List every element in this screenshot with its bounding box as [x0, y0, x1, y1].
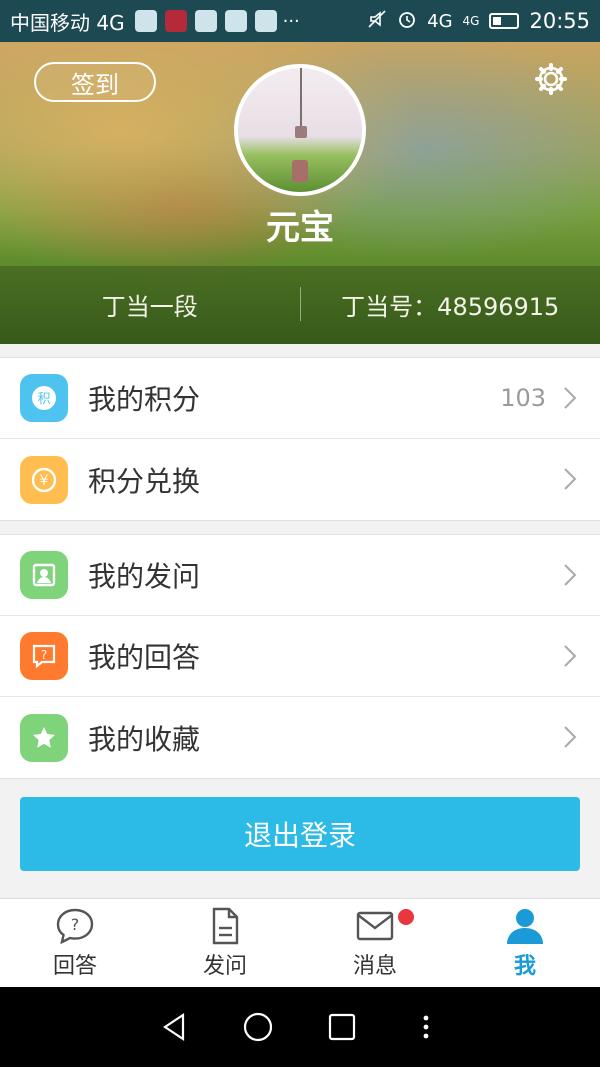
profile-header: 签到 元宝 丁当一段 丁当号：48596915: [0, 42, 600, 344]
menu-item-my-questions[interactable]: 我的发问: [0, 535, 600, 616]
tab-me[interactable]: 我: [450, 899, 600, 987]
back-icon[interactable]: [157, 1010, 191, 1044]
portrait-icon: [20, 551, 68, 599]
menu-label: 我的收藏: [88, 722, 201, 756]
tab-label: 我: [513, 954, 536, 979]
alarm-icon: [397, 9, 417, 34]
chevron-right-icon: [564, 468, 577, 490]
profile-stats: 丁当一段 丁当号：48596915: [0, 282, 600, 326]
avatar[interactable]: [234, 64, 366, 196]
unread-badge: [398, 909, 414, 925]
battery-icon: [489, 13, 520, 29]
points-value: 103: [500, 384, 546, 412]
menu-label: 我的积分: [88, 383, 201, 416]
activity-menu-group: 我的发问 ? 我的回答 我的收藏: [0, 534, 600, 779]
clock: 20:55: [529, 9, 590, 33]
signal-4g-label: 4G: [462, 14, 480, 28]
user-level: 丁当一段: [101, 292, 198, 321]
menu-item-my-favorites[interactable]: 我的收藏: [0, 697, 600, 778]
username: 元宝: [266, 208, 334, 248]
signin-button[interactable]: 签到: [34, 62, 156, 102]
document-icon: [212, 907, 239, 945]
menu-item-my-answers[interactable]: ? 我的回答: [0, 616, 600, 697]
user-id: 丁当号：48596915: [341, 292, 560, 321]
app-notification-icon: [224, 10, 247, 32]
answer-icon: ?: [20, 632, 68, 680]
chevron-right-icon: [564, 645, 577, 667]
app-notification-icon: [134, 10, 157, 32]
svg-text:¥: ¥: [40, 473, 49, 489]
network-4g-label: 4G: [427, 10, 453, 32]
tab-label: 消息: [352, 954, 397, 979]
notification-icons: [134, 10, 277, 32]
menu-dots-icon[interactable]: [409, 1010, 443, 1044]
app-notification-icon: [194, 10, 217, 32]
tab-label: 回答: [52, 954, 97, 979]
points-icon: 积: [20, 374, 68, 422]
menu-item-my-points[interactable]: 积 我的积分 103: [0, 358, 600, 439]
logout-button[interactable]: 退出登录: [20, 797, 580, 871]
app-notification-icon: [254, 10, 277, 32]
menu-label: 我的发问: [88, 560, 201, 593]
envelope-icon: [356, 911, 394, 941]
recents-icon[interactable]: [325, 1010, 359, 1044]
menu-item-points-exchange[interactable]: ¥ 积分兑换: [0, 439, 600, 520]
home-icon[interactable]: [241, 1010, 275, 1044]
chevron-right-icon: [564, 564, 577, 586]
svg-text:?: ?: [41, 648, 47, 662]
status-icons: 4G 4G 20:55: [367, 9, 590, 34]
svg-text:?: ?: [71, 915, 80, 934]
carrier-label: 中国移动 4G: [10, 10, 125, 35]
menu-label: 积分兑换: [88, 464, 201, 498]
svg-text:积: 积: [37, 392, 50, 407]
tab-label: 发问: [202, 954, 247, 979]
points-menu-group: 积 我的积分 103 ¥ 积分兑换: [0, 357, 600, 521]
app-notification-icon: [164, 10, 187, 32]
more-notifications-icon: ···: [282, 10, 300, 32]
status-bar: 中国移动 4G ··· 4G 4G 20:55: [0, 0, 600, 42]
chevron-right-icon: [564, 387, 577, 409]
star-icon: [20, 713, 68, 762]
tab-messages[interactable]: 消息: [300, 899, 450, 987]
gear-icon[interactable]: [534, 62, 568, 96]
tab-ask[interactable]: 发问: [150, 899, 300, 987]
tab-answer[interactable]: ? 回答: [0, 899, 150, 987]
chevron-right-icon: [564, 726, 577, 748]
bottom-tab-bar: ? 回答 发问 消息 我: [0, 898, 600, 987]
person-icon: [507, 909, 543, 944]
question-bubble-icon: ?: [56, 908, 94, 945]
menu-label: 我的回答: [88, 641, 201, 674]
mute-icon: [367, 9, 387, 34]
system-nav-bar: [0, 987, 600, 1067]
exchange-icon: ¥: [20, 455, 68, 504]
